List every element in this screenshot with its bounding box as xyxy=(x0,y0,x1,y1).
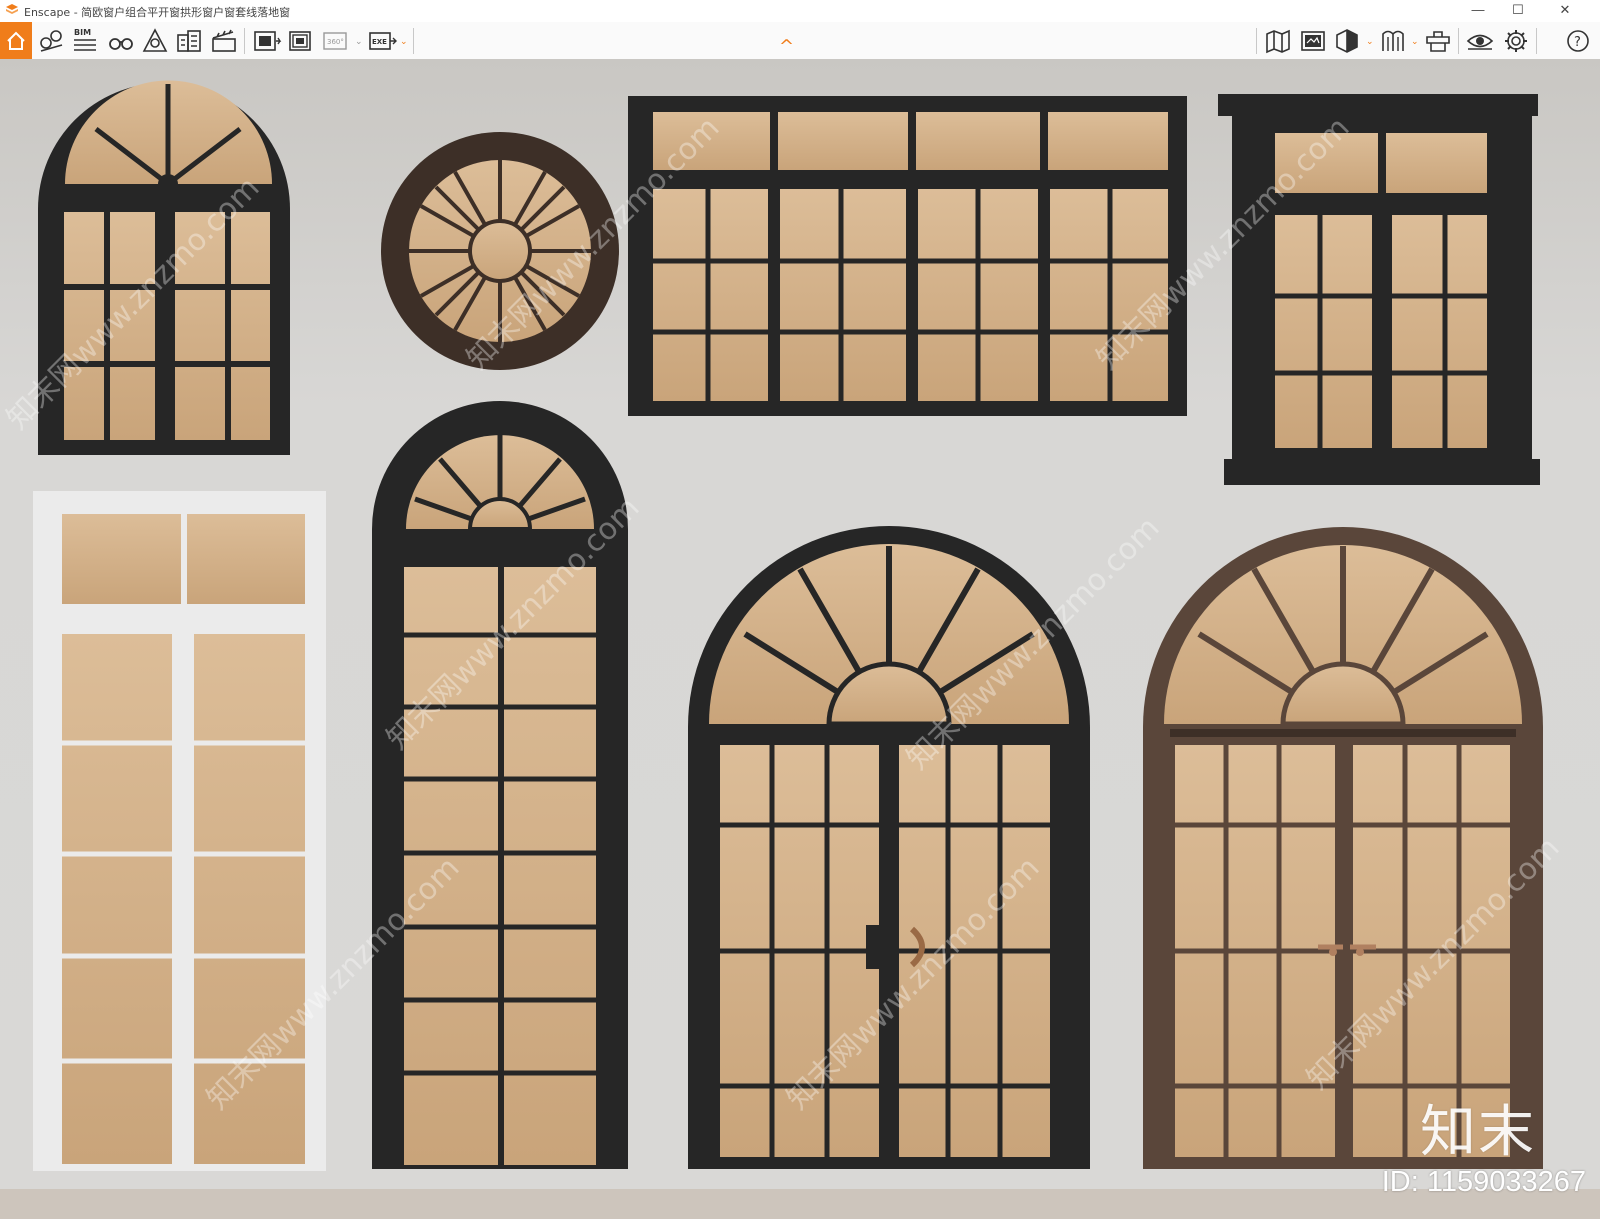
enscape-logo-icon xyxy=(6,4,18,14)
panorama-dropdown-icon[interactable]: ⌄ xyxy=(355,36,363,47)
building-button[interactable] xyxy=(173,25,205,57)
door-lock-plate xyxy=(866,925,880,969)
settings-gear-icon xyxy=(1505,30,1527,52)
visual-settings-button[interactable] xyxy=(1464,25,1496,57)
svg-text:EXE: EXE xyxy=(372,38,387,46)
render-settings-icon xyxy=(1301,31,1325,51)
toolbar-separator xyxy=(244,28,245,54)
toolbar-separator xyxy=(1536,28,1537,54)
settings-button[interactable] xyxy=(1500,25,1532,57)
panorama-button[interactable]: 360° xyxy=(320,25,352,57)
white-glazed-door xyxy=(33,491,326,1171)
svg-text:360°: 360° xyxy=(327,38,344,46)
visual-settings-icon xyxy=(1466,34,1494,50)
render-settings-button[interactable] xyxy=(1297,25,1329,57)
map-button[interactable] xyxy=(1262,25,1294,57)
map-icon xyxy=(1266,29,1290,54)
toolbar-separator xyxy=(1458,28,1459,54)
binoculars-icon xyxy=(109,38,133,50)
render-viewport[interactable]: 知末网www.znzmo.com 知末网www.znzmo.com 知末网www… xyxy=(0,59,1600,1219)
view-cube-button[interactable] xyxy=(1331,25,1363,57)
building-icon xyxy=(177,30,201,52)
bim-icon: BIM xyxy=(74,28,96,51)
exe-dropdown-icon[interactable]: ⌄ xyxy=(400,36,408,47)
bim-button[interactable]: BIM xyxy=(70,25,102,57)
svg-text:BIM: BIM xyxy=(74,28,91,37)
help-button[interactable]: ? xyxy=(1562,25,1594,57)
exe-export-icon: EXE xyxy=(369,32,397,50)
help-icon: ? xyxy=(1567,30,1589,52)
svg-text:?: ? xyxy=(1574,35,1581,50)
asset-library-icon xyxy=(40,30,63,52)
view-cube-icon xyxy=(1336,29,1358,53)
manage-uploads-icon xyxy=(1426,31,1450,52)
toolbar: BIM 360° ⌄ EXE ⌄ ^ ⌄ ⌄ ? xyxy=(0,22,1600,60)
panorama-360-icon: 360° xyxy=(323,32,347,50)
toolbar-separator xyxy=(413,28,414,54)
close-button[interactable]: ✕ xyxy=(1545,0,1585,22)
toolbar-separator xyxy=(1256,28,1257,54)
exe-export-button[interactable]: EXE xyxy=(366,25,398,57)
materials-button[interactable] xyxy=(1377,25,1409,57)
casement-window-with-trim xyxy=(1218,94,1540,485)
home-icon xyxy=(7,31,25,50)
minimize-button[interactable]: — xyxy=(1458,0,1498,22)
title-bar: Enscape - 简欧窗户组合平开窗拱形窗户窗套线落地窗 — ☐ ✕ xyxy=(0,0,1600,22)
view-dropdown-icon[interactable]: ⌄ xyxy=(1366,36,1374,47)
screenshot-button[interactable] xyxy=(250,25,282,57)
home-button[interactable] xyxy=(0,22,32,59)
window-title: Enscape - 简欧窗户组合平开窗拱形窗户窗套线落地窗 xyxy=(24,6,291,19)
clapper-icon xyxy=(212,29,236,52)
image-id-label: ID: 1159033267 xyxy=(1381,1166,1586,1198)
materials-icon xyxy=(1382,30,1404,51)
views-button[interactable] xyxy=(139,25,171,57)
brand-logo-text: 知末 xyxy=(1420,1100,1536,1165)
screenshot-icon xyxy=(254,31,282,51)
floor xyxy=(0,1189,1600,1219)
collapse-toolbar-icon[interactable]: ^ xyxy=(779,38,794,56)
batch-render-icon xyxy=(289,31,311,51)
materials-dropdown-icon[interactable]: ⌄ xyxy=(1411,36,1419,47)
batch-render-button[interactable] xyxy=(285,25,317,57)
binoculars-button[interactable] xyxy=(105,25,137,57)
manage-uploads-button[interactable] xyxy=(1422,25,1454,57)
maximize-button[interactable]: ☐ xyxy=(1498,0,1538,22)
asset-library-button[interactable] xyxy=(36,25,68,57)
clapper-button[interactable] xyxy=(208,25,240,57)
views-icon xyxy=(142,28,168,52)
